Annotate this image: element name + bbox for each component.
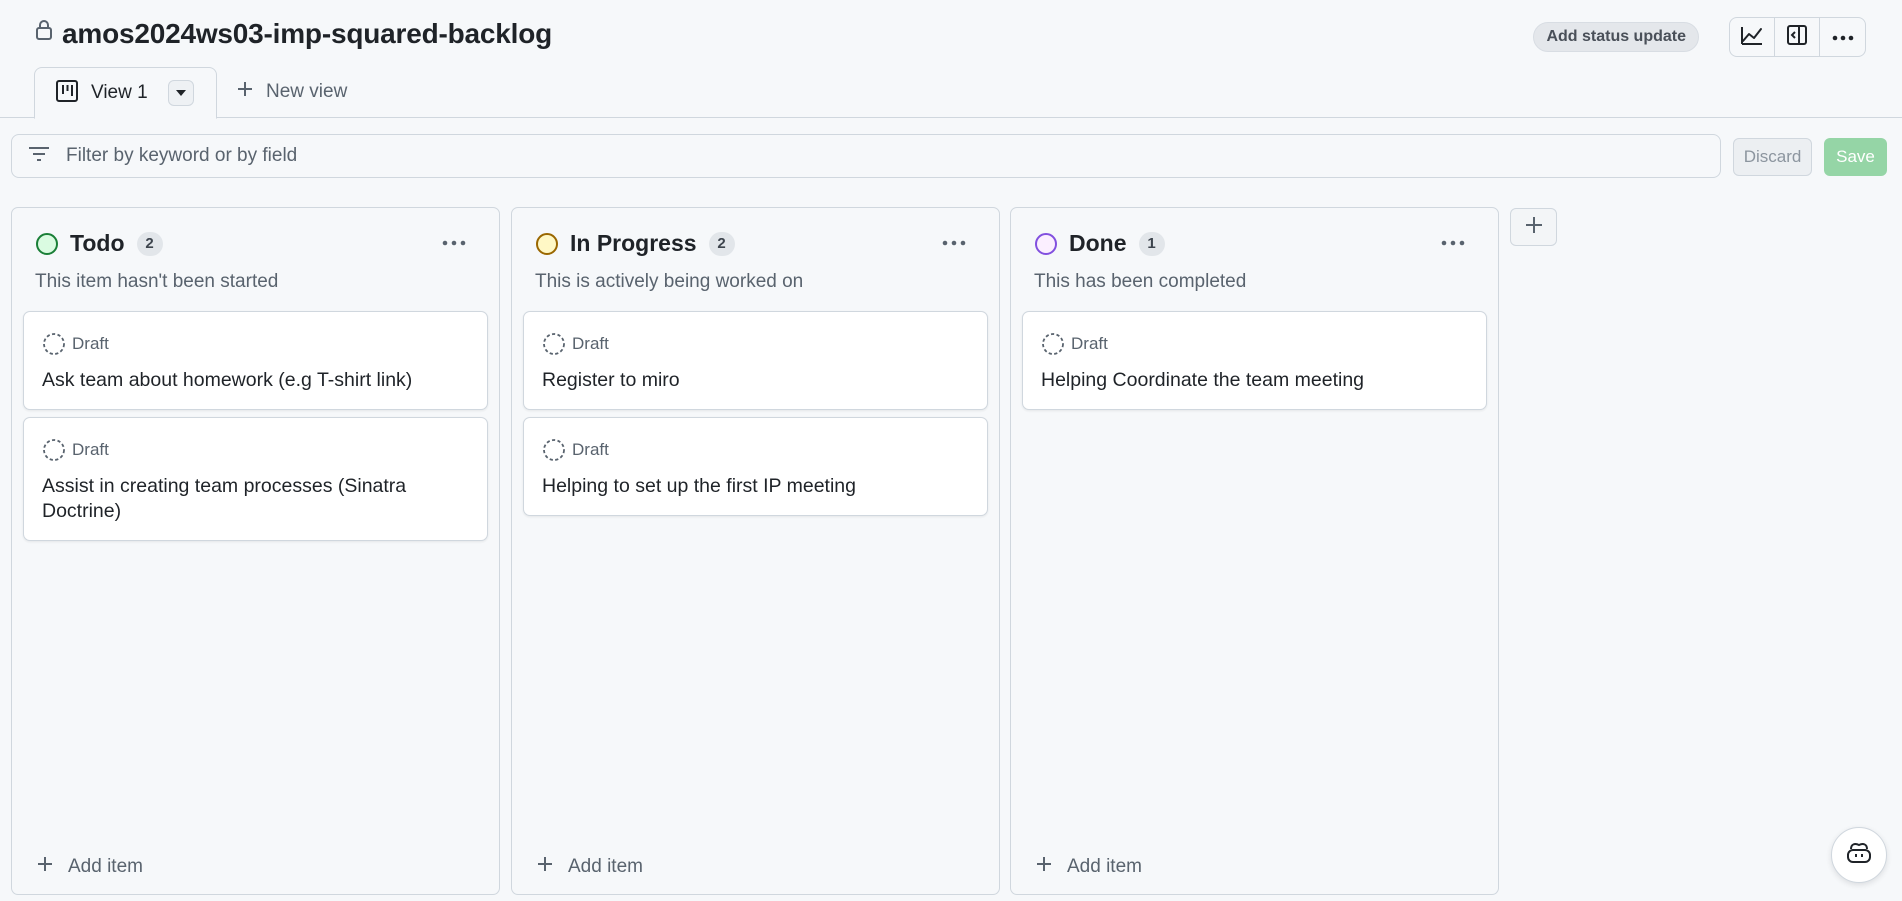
kebab-menu-icon — [942, 233, 966, 251]
card-title[interactable]: Helping Coordinate the team meeting — [1041, 368, 1468, 393]
filter-input[interactable] — [64, 136, 1720, 176]
column-title: In Progress — [570, 230, 697, 256]
card-meta: Draft — [542, 332, 969, 356]
plus-icon — [236, 80, 254, 104]
side-panel-icon — [1786, 24, 1808, 51]
filter-bar — [11, 134, 1721, 178]
column-header: In Progress 2 — [536, 230, 735, 257]
draft-issue-icon — [542, 438, 566, 462]
card-title[interactable]: Register to miro — [542, 368, 969, 393]
card-status: Draft — [72, 440, 109, 459]
copilot-icon — [1845, 841, 1873, 870]
card-title[interactable]: Helping to set up the first IP meeting — [542, 474, 969, 499]
add-item-button[interactable]: Add item — [36, 855, 143, 879]
side-panel-button[interactable] — [1775, 18, 1820, 56]
board-card[interactable]: Draft Helping to set up the first IP mee… — [523, 417, 988, 516]
page-title: amos2024ws03-imp-squared-backlog — [62, 18, 553, 49]
board-card[interactable]: Draft Helping Coordinate the team meetin… — [1022, 311, 1487, 410]
header-actions: Add status update — [1533, 17, 1866, 57]
add-item-label: Add item — [568, 856, 643, 877]
header-button-group — [1729, 17, 1866, 57]
new-view-button[interactable]: New view — [236, 80, 347, 104]
card-title[interactable]: Assist in creating team processes (Sinat… — [42, 474, 469, 524]
card-status: Draft — [572, 440, 609, 459]
save-button[interactable]: Save — [1824, 138, 1887, 176]
discard-button[interactable]: Discard — [1733, 138, 1812, 176]
column-count-badge: 2 — [136, 231, 163, 256]
draft-issue-icon — [1041, 332, 1065, 356]
add-item-button[interactable]: Add item — [536, 855, 643, 879]
plus-icon — [1524, 215, 1544, 240]
add-column-button[interactable] — [1510, 208, 1557, 246]
card-status: Draft — [572, 334, 609, 353]
lock-icon — [34, 19, 54, 41]
kebab-menu-icon — [442, 233, 466, 251]
draft-issue-icon — [42, 332, 66, 356]
filter-icon — [28, 145, 50, 168]
plus-icon — [36, 855, 54, 879]
insights-button[interactable] — [1730, 18, 1775, 56]
new-view-label: New view — [266, 81, 348, 102]
board-layout-icon — [55, 79, 79, 108]
draft-issue-icon — [542, 332, 566, 356]
add-item-label: Add item — [68, 856, 143, 877]
add-status-update-button[interactable]: Add status update — [1533, 22, 1699, 52]
column-title: Todo — [70, 230, 125, 256]
card-meta: Draft — [42, 438, 469, 462]
card-status: Draft — [72, 334, 109, 353]
caret-down-icon — [175, 84, 187, 102]
board-card[interactable]: Draft Ask team about homework (e.g T-shi… — [23, 311, 488, 410]
kebab-menu-icon — [1832, 28, 1854, 46]
column-count-badge: 1 — [1138, 231, 1165, 256]
board-column-done: Done 1 This has been completed Draft Hel… — [1010, 207, 1499, 895]
status-circle-icon — [36, 232, 58, 255]
card-meta: Draft — [1041, 332, 1468, 356]
tab-view-1[interactable]: View 1 — [34, 67, 217, 119]
tab-label: View 1 — [91, 82, 148, 103]
kebab-menu-icon — [1441, 233, 1465, 251]
column-menu-button[interactable] — [937, 230, 971, 254]
column-header: Done 1 — [1035, 230, 1165, 257]
tab-options-button[interactable] — [167, 80, 194, 106]
board-card[interactable]: Draft Assist in creating team processes … — [23, 417, 488, 541]
copilot-button[interactable] — [1831, 827, 1887, 883]
column-description: This is actively being worked on — [535, 271, 804, 292]
column-description: This has been completed — [1034, 271, 1247, 292]
board-card[interactable]: Draft Register to miro — [523, 311, 988, 410]
column-menu-button[interactable] — [437, 230, 471, 254]
column-header: Todo 2 — [36, 230, 163, 257]
insights-graph-icon — [1741, 25, 1763, 50]
column-title: Done — [1069, 230, 1127, 256]
project-header: amos2024ws03-imp-squared-backlog Add sta… — [0, 0, 1902, 119]
card-status: Draft — [1071, 334, 1108, 353]
board-column-todo: Todo 2 This item hasn't been started Dra… — [11, 207, 500, 895]
board-column-in-progress: In Progress 2 This is actively being wor… — [511, 207, 1000, 895]
plus-icon — [536, 855, 554, 879]
add-item-button[interactable]: Add item — [1035, 855, 1142, 879]
draft-issue-icon — [42, 438, 66, 462]
plus-icon — [1035, 855, 1053, 879]
title-row: amos2024ws03-imp-squared-backlog — [34, 18, 552, 50]
status-circle-icon — [536, 232, 558, 255]
column-count-badge: 2 — [708, 231, 735, 256]
status-circle-icon — [1035, 232, 1057, 255]
add-item-label: Add item — [1067, 856, 1142, 877]
column-description: This item hasn't been started — [35, 271, 279, 292]
card-meta: Draft — [42, 332, 469, 356]
card-title[interactable]: Ask team about homework (e.g T-shirt lin… — [42, 368, 469, 393]
card-meta: Draft — [542, 438, 969, 462]
more-options-button[interactable] — [1820, 18, 1865, 56]
column-menu-button[interactable] — [1436, 230, 1470, 254]
